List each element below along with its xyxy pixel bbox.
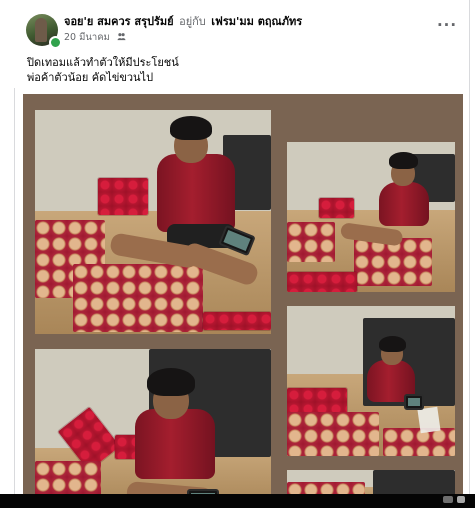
front-red-tray bbox=[287, 272, 357, 292]
red-shirt bbox=[135, 409, 215, 479]
photo-boy-holding-tray[interactable] bbox=[35, 349, 271, 508]
author-name-link[interactable]: จอย'ย สมควร สรุปรัมย์ bbox=[64, 15, 174, 28]
phone-icon bbox=[404, 394, 424, 410]
boy-hair bbox=[170, 116, 212, 140]
facebook-post: จอย'ย สมควร สรุปรัมย์ อยู่กับ เฟรม'มม ตฤ… bbox=[0, 0, 475, 508]
photo-boy-near-cabinet[interactable] bbox=[287, 306, 455, 456]
with-text: อยู่กับ bbox=[179, 15, 206, 28]
bottom-dark-strip bbox=[0, 494, 475, 508]
more-options-button[interactable]: ··· bbox=[433, 14, 461, 36]
feed-right-border bbox=[469, 0, 470, 508]
boy-figure bbox=[339, 150, 447, 247]
bottom-indicator-b bbox=[457, 496, 465, 503]
tagged-name-link[interactable]: เฟรม'มม ตฤณภัทร bbox=[211, 15, 302, 28]
online-status-icon bbox=[49, 36, 62, 49]
boy-hair bbox=[379, 336, 406, 352]
egg-tray-left bbox=[287, 412, 379, 456]
photo-gallery bbox=[23, 94, 463, 508]
egg-tray-left bbox=[287, 222, 335, 262]
boy-hair bbox=[147, 368, 195, 396]
author-line: จอย'ย สมควร สรุปรัมย์ อยู่กับ เฟรม'มม ตฤ… bbox=[64, 12, 302, 30]
photo-boy-sorting-eggs[interactable] bbox=[35, 110, 271, 334]
post-meta: 20 มีนาคม bbox=[64, 30, 126, 45]
boy-figure bbox=[349, 336, 429, 414]
red-shirt bbox=[379, 182, 429, 226]
caption-line-1: ปิดเทอมแล้วทำตัวให้มีประโยชน์ bbox=[27, 56, 179, 69]
avatar-person-icon bbox=[35, 18, 47, 42]
stacked-red-trays bbox=[319, 198, 354, 218]
friends-icon bbox=[117, 33, 126, 41]
feed-left-border bbox=[14, 88, 15, 508]
phone-icon bbox=[218, 224, 256, 257]
boy-hair bbox=[389, 152, 418, 169]
front-red-tray bbox=[203, 312, 271, 330]
photo-boy-among-trays[interactable] bbox=[287, 142, 455, 292]
egg-tray-right bbox=[383, 428, 455, 456]
boy-figure bbox=[117, 363, 235, 508]
bottom-indicator-a bbox=[443, 496, 453, 503]
red-shirt bbox=[157, 154, 235, 232]
post-caption: ปิดเทอมแล้วทำตัวให้มีประโยชน์ พ่อค้าตัวน… bbox=[27, 55, 179, 85]
post-timestamp[interactable]: 20 มีนาคม bbox=[64, 32, 110, 43]
boy-figure bbox=[109, 112, 267, 302]
caption-line-2: พ่อค้าตัวน้อย คัดไข่ขวนไป bbox=[27, 71, 154, 84]
